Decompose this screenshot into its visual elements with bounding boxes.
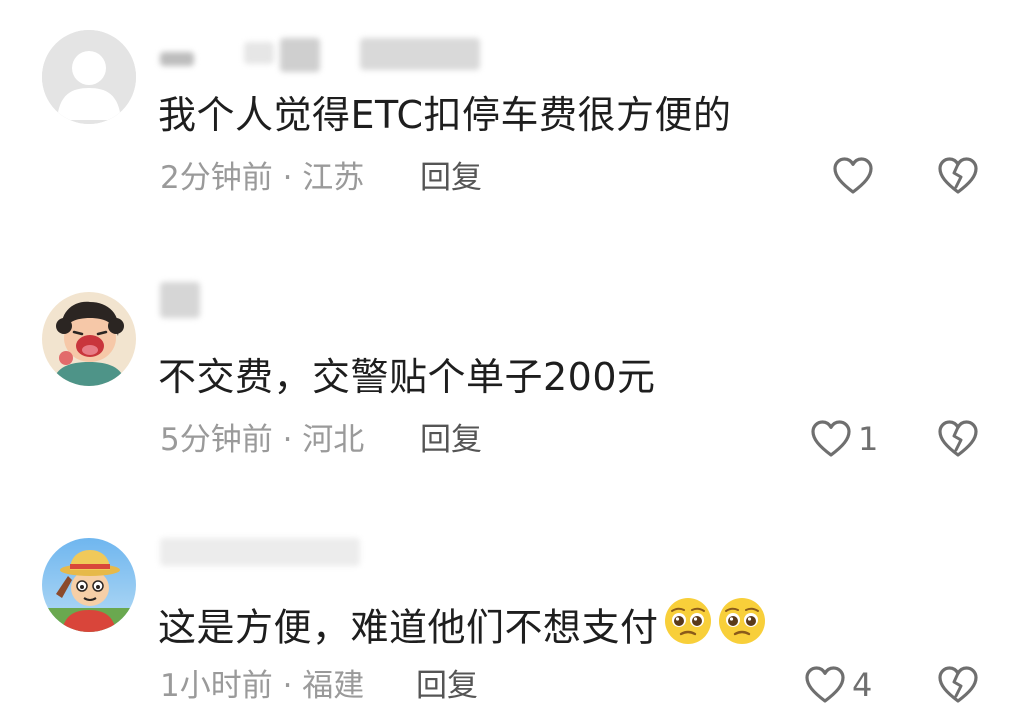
pleading-face-emoji <box>663 596 713 656</box>
comment-location: 江苏 <box>302 160 365 196</box>
like-button[interactable]: 1 <box>810 419 878 459</box>
comment-text: 这是方便，难道他们不想支付 <box>158 598 767 660</box>
reply-button[interactable]: 回复 <box>420 420 482 460</box>
comment-item: 我个人觉得ETC扣停车费很方便的 2分钟前 · 江苏 回复 <box>0 0 1023 230</box>
avatar[interactable] <box>42 30 136 124</box>
comment-item: 不交费，交警贴个单子200元 5分钟前 · 河北 回复 1 <box>0 230 1023 490</box>
reply-button[interactable]: 回复 <box>416 666 478 706</box>
username-redacted[interactable] <box>160 530 420 566</box>
heart-outline-icon <box>811 420 851 457</box>
meta-separator: · <box>272 422 303 458</box>
meta-separator: · <box>272 668 303 704</box>
comment-text: 我个人觉得ETC扣停车费很方便的 <box>158 93 732 137</box>
reply-button[interactable]: 回复 <box>420 158 482 198</box>
comment-item: 这是方便，难道他们不想支付 1小时前 · 福建 回复 4 <box>0 490 1023 717</box>
comment-location: 福建 <box>302 668 365 704</box>
username-redacted[interactable] <box>160 38 500 72</box>
dislike-button[interactable] <box>937 665 979 709</box>
comment-text: 不交费，交警贴个单子200元 <box>158 355 656 399</box>
like-count: 4 <box>852 666 873 704</box>
comment-location: 河北 <box>302 422 365 458</box>
comment-time: 1小时前 <box>160 668 273 704</box>
dislike-button[interactable] <box>937 156 979 200</box>
comment-meta: 5分钟前 · 河北 <box>160 420 364 460</box>
like-count: 1 <box>858 420 879 458</box>
default-user-avatar-icon <box>42 30 136 124</box>
like-button[interactable] <box>832 156 880 196</box>
avatar[interactable] <box>42 292 136 386</box>
comment-time: 5分钟前 <box>160 422 273 458</box>
broken-heart-icon <box>938 157 978 194</box>
dislike-button[interactable] <box>937 419 979 463</box>
heart-outline-icon <box>833 157 873 194</box>
like-button[interactable]: 4 <box>804 665 872 705</box>
comment-time: 2分钟前 <box>160 160 273 196</box>
comment-meta: 1小时前 · 福建 <box>160 666 364 706</box>
broken-heart-icon <box>938 666 978 703</box>
heart-outline-icon <box>805 666 845 703</box>
avatar[interactable] <box>42 538 136 632</box>
meta-separator: · <box>272 160 303 196</box>
pleading-face-emoji <box>717 596 767 656</box>
cartoon-straw-hat-avatar-icon <box>42 538 136 632</box>
comment-body: 这是方便，难道他们不想支付 <box>158 605 659 650</box>
username-redacted[interactable] <box>160 282 220 318</box>
comment-meta: 2分钟前 · 江苏 <box>160 158 364 198</box>
cartoon-crying-kid-avatar-icon <box>42 292 136 386</box>
broken-heart-icon <box>938 420 978 457</box>
